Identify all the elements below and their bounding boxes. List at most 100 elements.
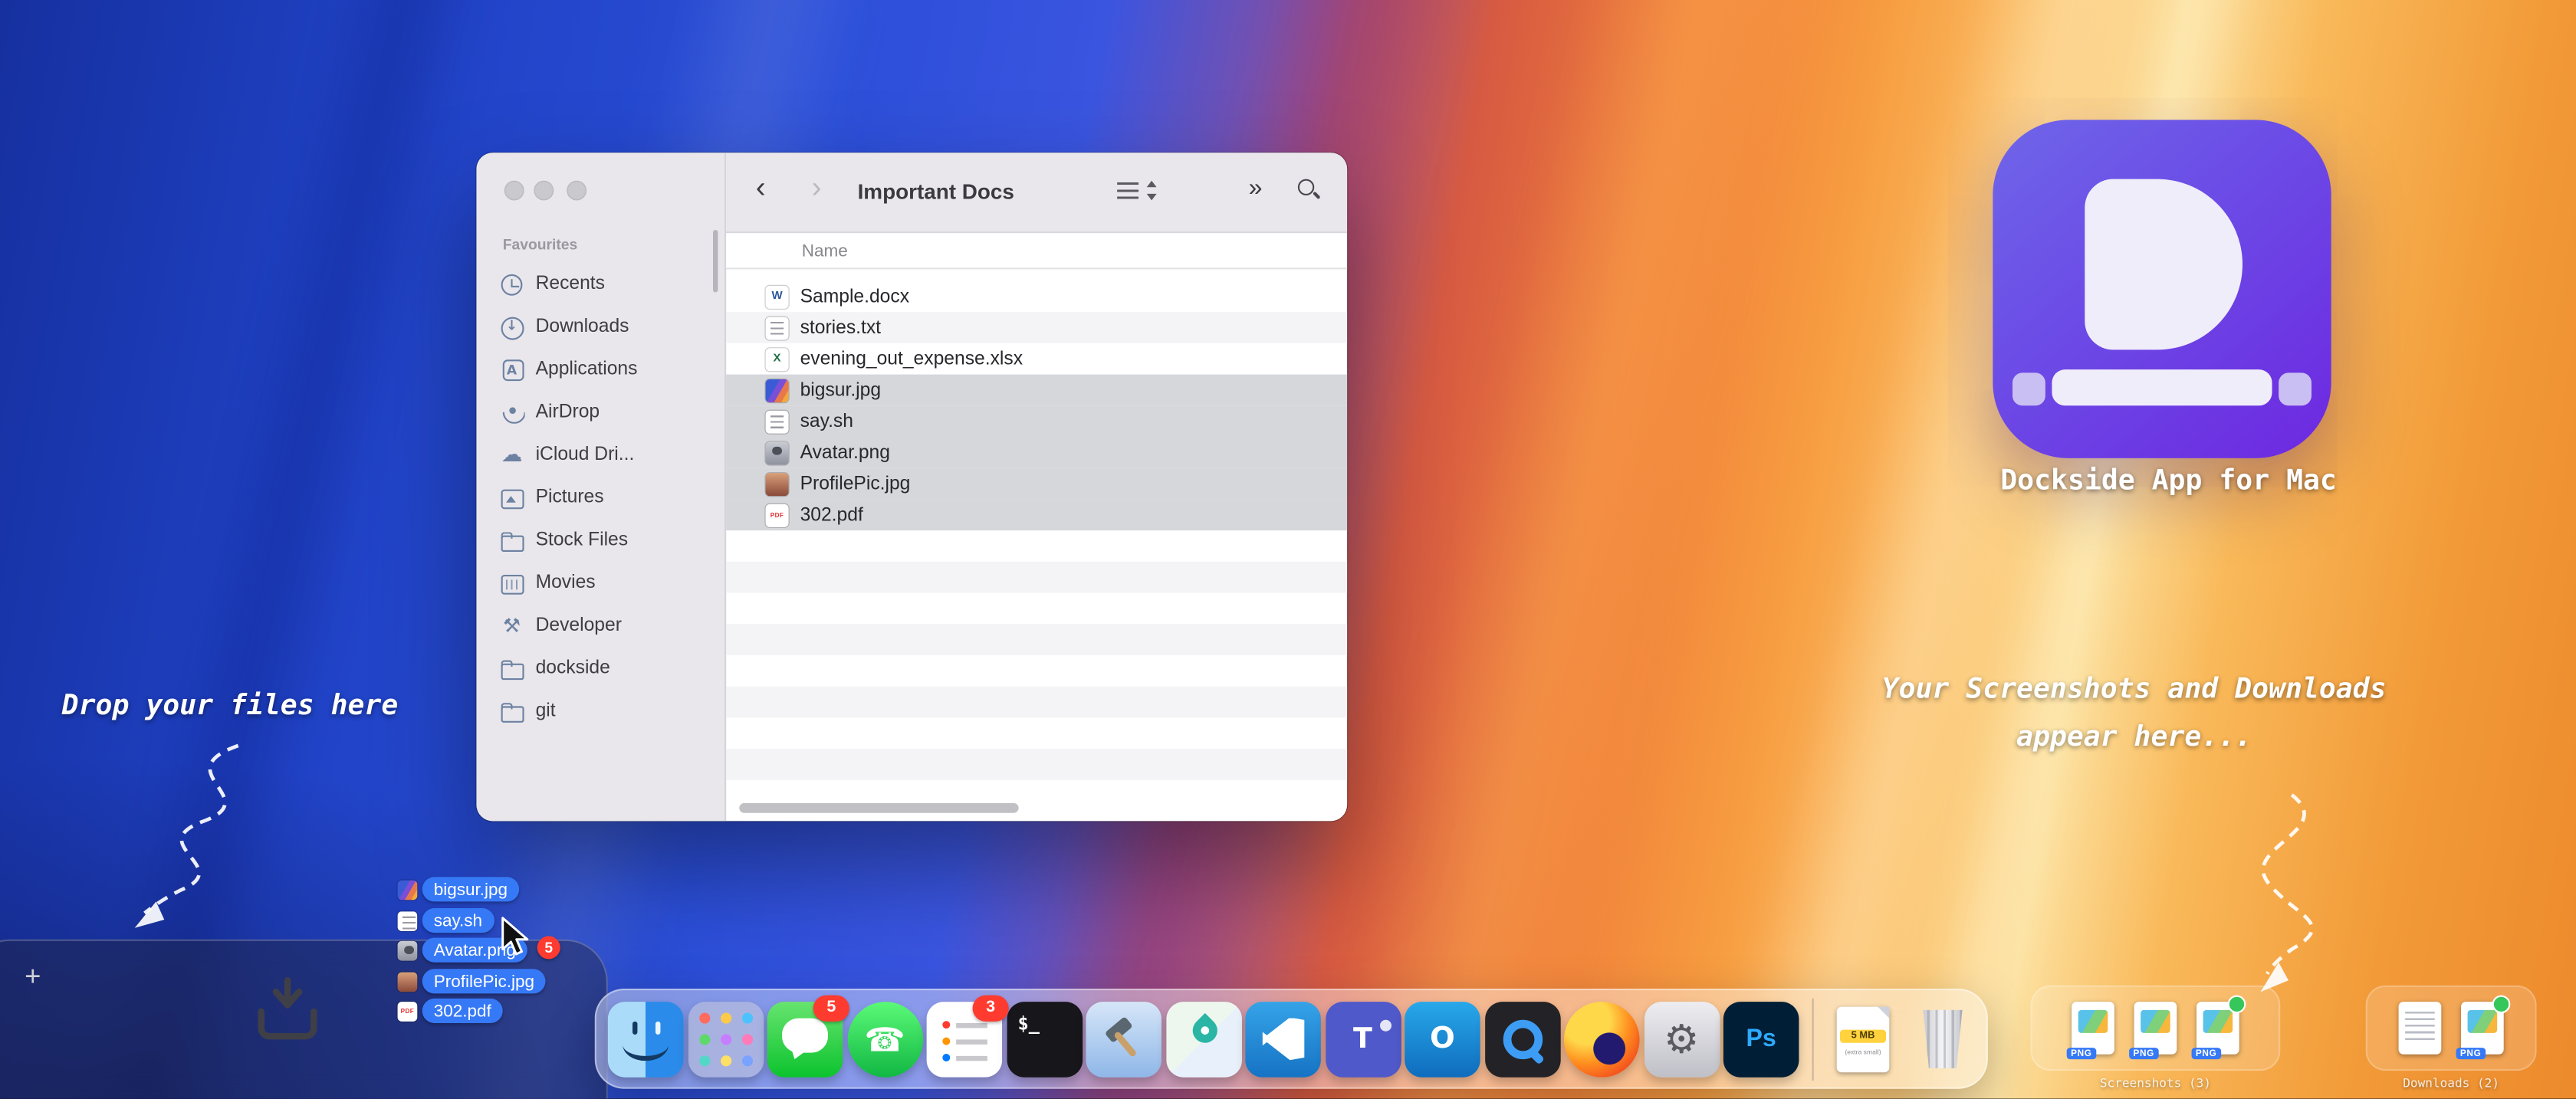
- minimize-button[interactable]: [534, 180, 554, 201]
- sidebar-item-applications[interactable]: A Applications: [483, 348, 715, 391]
- horizontal-scrollbar[interactable]: [739, 802, 1019, 813]
- dock: 5 ☎ 3 $_ T O ⚙ Ps 5 MB (extra small): [594, 989, 1988, 1089]
- sidebar-item-stock-files[interactable]: Stock Files: [483, 519, 715, 562]
- dock-item-firefox[interactable]: [1563, 1001, 1640, 1077]
- whatsapp-icon: ☎: [846, 1001, 923, 1077]
- empty-row: [726, 593, 1347, 625]
- dock-item-teams[interactable]: T: [1325, 1001, 1401, 1077]
- dock-item-quicktime[interactable]: [1484, 1001, 1560, 1077]
- shelf-note-line1: Your Screenshots and Downloads: [1881, 673, 2387, 707]
- firefox-icon: [1563, 1001, 1640, 1077]
- dock-item-vscode[interactable]: [1245, 1001, 1321, 1077]
- jpg-file-icon: [397, 971, 418, 992]
- file-row-selected[interactable]: ProfilePic.jpg: [726, 467, 1348, 500]
- search-icon[interactable]: [1297, 179, 1321, 202]
- drop-tray-icon: [258, 977, 317, 1040]
- screenshots-shelf[interactable]: PNG PNG PNG: [2030, 985, 2281, 1071]
- image-thumbnail: [2467, 1009, 2498, 1033]
- dock-item-finder[interactable]: [607, 1001, 684, 1077]
- column-header-label: Name: [801, 240, 848, 261]
- dock-item-messages[interactable]: 5: [767, 994, 849, 1077]
- dock-divider: [1811, 997, 1813, 1080]
- download-file-icon[interactable]: PNG: [2456, 995, 2511, 1060]
- dock-item-outlook[interactable]: O: [1405, 1001, 1480, 1077]
- photoshop-glyph: Ps: [1746, 1025, 1776, 1053]
- add-button[interactable]: +: [25, 961, 41, 994]
- screenshot-file-icon[interactable]: PNG: [2191, 995, 2246, 1060]
- back-button[interactable]: ‹: [756, 172, 766, 202]
- dockside-dock-bar: [2052, 369, 2272, 406]
- sidebar-item-downloads[interactable]: ↓ Downloads: [483, 306, 715, 349]
- empty-row: [726, 717, 1347, 749]
- prompt-glyph: $_: [1017, 1012, 1040, 1034]
- document-lines: [2405, 1012, 2435, 1042]
- sidebar-item-pictures[interactable]: Pictures: [483, 476, 715, 519]
- dock-item-xcode[interactable]: [1086, 1001, 1162, 1077]
- jpg-file-icon: [765, 472, 789, 496]
- app-caption: Dockside App for Mac: [2000, 464, 2337, 498]
- dock-item-terminal[interactable]: $_: [1006, 1001, 1083, 1077]
- png-file-icon: [765, 441, 789, 464]
- sidebar-item-developer[interactable]: ⚒ Developer: [483, 605, 715, 648]
- file-row[interactable]: Sample.docx: [726, 280, 1347, 312]
- dock-item-document[interactable]: 5 MB (extra small): [1825, 1001, 1901, 1077]
- view-options-button[interactable]: [1117, 180, 1158, 201]
- zoom-button[interactable]: [567, 180, 586, 201]
- cloud-icon: ☁: [501, 442, 523, 467]
- dragged-file[interactable]: say.sh: [397, 908, 495, 933]
- file-row[interactable]: stories.txt: [726, 312, 1348, 343]
- more-toolbar-items-button[interactable]: »: [1249, 176, 1263, 200]
- document-page: 5 MB (extra small): [1836, 1006, 1890, 1072]
- dragged-file-label: say.sh: [422, 908, 495, 933]
- file-row-selected[interactable]: bigsur.jpg: [726, 374, 1348, 406]
- dragged-file[interactable]: 302.pdf: [397, 998, 503, 1023]
- sidebar-item-label: Downloads: [535, 317, 629, 337]
- dock-item-system-settings[interactable]: ⚙: [1643, 1001, 1720, 1077]
- file-row[interactable]: evening_out_expense.xlsx: [726, 343, 1347, 375]
- sidebar-item-label: git: [535, 701, 556, 721]
- pdf-file-icon: [397, 1001, 418, 1021]
- dock-item-maps[interactable]: [1165, 1001, 1241, 1077]
- image-thumbnail: [2078, 1009, 2108, 1033]
- file-name: ProfilePic.jpg: [800, 474, 911, 494]
- trash-icon: [1905, 1001, 1981, 1077]
- dragged-file[interactable]: bigsur.jpg: [397, 877, 520, 902]
- file-row-selected[interactable]: Avatar.png: [726, 437, 1348, 468]
- dock-item-whatsapp[interactable]: ☎: [846, 1001, 923, 1077]
- pdf-file-icon: [765, 503, 789, 527]
- file-name: 302.pdf: [800, 504, 863, 525]
- sidebar-item-recents[interactable]: Recents: [483, 263, 715, 306]
- sidebar-item-dockside[interactable]: dockside: [483, 647, 715, 690]
- dock-item-reminders[interactable]: 3: [926, 994, 1009, 1077]
- dockside-app-icon[interactable]: [1993, 120, 2331, 458]
- file-name: bigsur.jpg: [800, 380, 882, 400]
- sidebar-item-icloud[interactable]: ☁ iCloud Dri...: [483, 434, 715, 477]
- sidebar-item-label: Developer: [535, 615, 622, 636]
- folder-icon: [499, 529, 524, 552]
- file-row-selected[interactable]: 302.pdf: [726, 499, 1348, 531]
- shelf-note-line2: appear here...: [2016, 720, 2252, 754]
- file-row-selected[interactable]: say.sh: [726, 405, 1348, 437]
- sidebar-item-git[interactable]: git: [483, 690, 715, 733]
- column-header-name[interactable]: Name: [726, 233, 1348, 270]
- dragged-file[interactable]: ProfilePic.jpg: [397, 969, 547, 994]
- sidebar-item-airdrop[interactable]: AirDrop: [483, 391, 715, 434]
- dropzone-panel[interactable]: +: [0, 939, 608, 1099]
- shell-script-file-icon: [397, 910, 418, 930]
- screenshot-file-icon[interactable]: PNG: [2066, 1002, 2114, 1060]
- close-button[interactable]: [504, 180, 524, 201]
- dock-item-launchpad[interactable]: [687, 1001, 764, 1077]
- file-name: Sample.docx: [800, 286, 910, 307]
- screenshot-file-icon[interactable]: PNG: [2129, 1002, 2177, 1060]
- forward-button[interactable]: ›: [812, 172, 822, 202]
- image-thumbnail: [2141, 1009, 2170, 1033]
- dock-item-trash[interactable]: [1905, 1001, 1981, 1077]
- pictures-icon: [499, 486, 524, 510]
- notification-badge: 5: [813, 994, 849, 1021]
- sidebar-item-movies[interactable]: Movies: [483, 562, 715, 605]
- dock-item-photoshop[interactable]: Ps: [1723, 1001, 1799, 1077]
- downloads-shelf[interactable]: PNG: [2365, 985, 2537, 1071]
- sidebar-item-label: Applications: [535, 359, 638, 379]
- txt-file-icon: [765, 316, 789, 340]
- download-file-icon[interactable]: [2398, 1002, 2442, 1055]
